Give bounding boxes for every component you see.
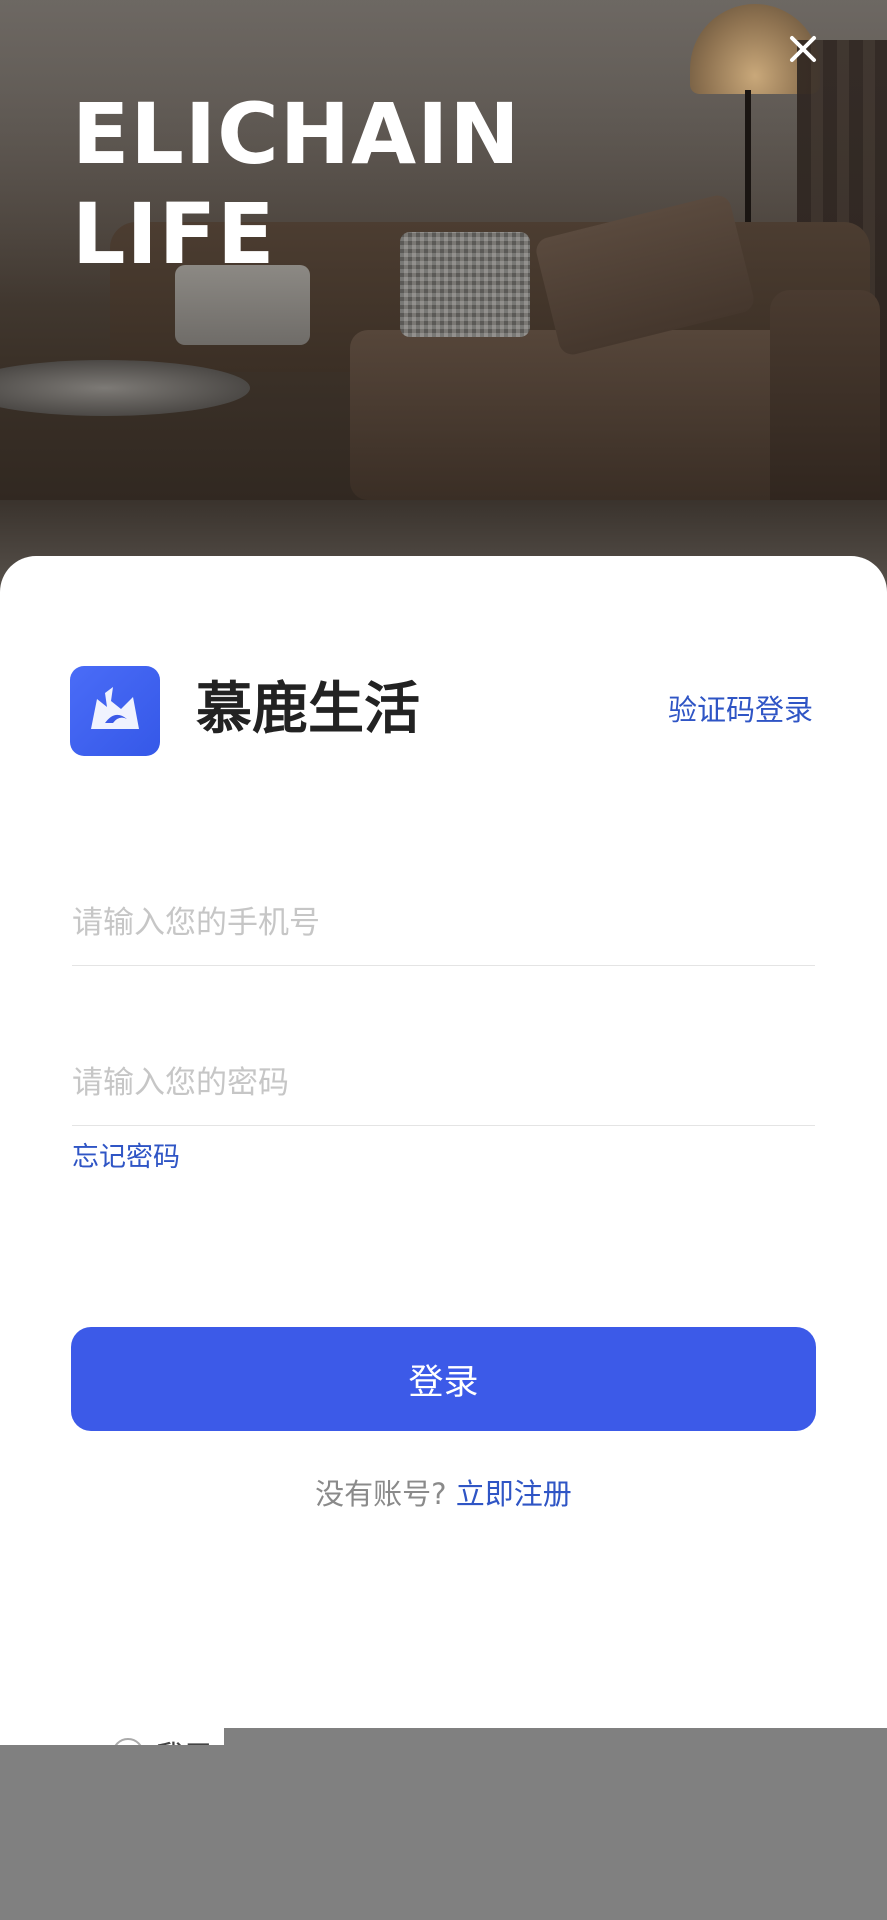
phone-input[interactable]	[72, 876, 815, 965]
close-button[interactable]	[778, 24, 828, 74]
deer-logo-icon	[91, 687, 139, 729]
hero-background: ELICHAIN LIFE	[0, 0, 887, 600]
no-account-text: 没有账号?	[315, 1477, 447, 1511]
close-icon	[790, 36, 816, 62]
brand-title-line1: ELICHAIN	[72, 85, 521, 183]
brand-title: ELICHAIN LIFE	[72, 84, 521, 284]
forgot-password-link[interactable]: 忘记密码	[72, 1140, 180, 1176]
password-input[interactable]	[72, 1036, 815, 1125]
sofa-arm	[770, 290, 880, 520]
register-link[interactable]: 立即注册	[456, 1477, 572, 1511]
login-card: 慕鹿生活 验证码登录 忘记密码 登录 没有账号? 立即注册 我已	[0, 556, 887, 1773]
sms-login-link[interactable]: 验证码登录	[668, 690, 813, 730]
coffee-table	[0, 360, 250, 416]
register-row: 没有账号? 立即注册	[0, 1474, 887, 1514]
password-field[interactable]	[72, 1036, 815, 1126]
overlay	[0, 1745, 887, 1920]
phone-field[interactable]	[72, 876, 815, 966]
brand-title-line2: LIFE	[72, 185, 276, 283]
app-name: 慕鹿生活	[196, 677, 420, 742]
login-button[interactable]: 登录	[71, 1327, 816, 1431]
app-logo	[70, 666, 160, 756]
